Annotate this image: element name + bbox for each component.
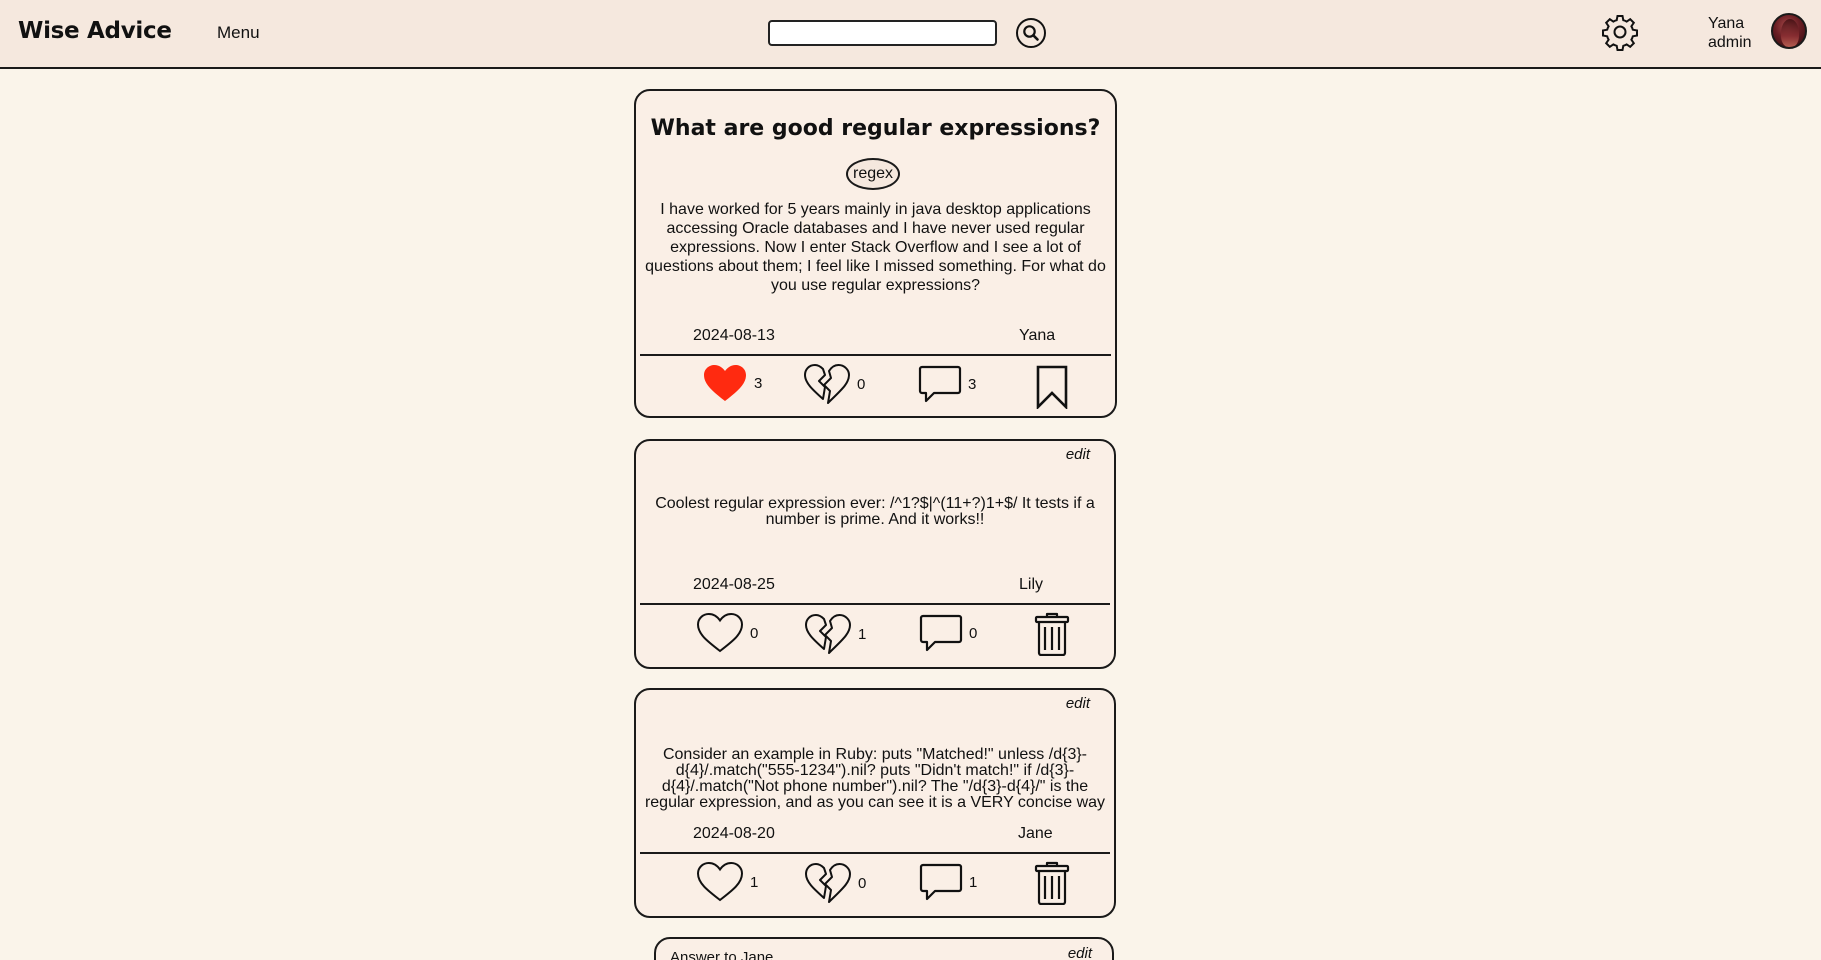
bookmark-icon bbox=[1036, 365, 1068, 409]
question-author[interactable]: Yana bbox=[1019, 327, 1055, 345]
like-count: 1 bbox=[750, 873, 759, 891]
edit-button[interactable]: edit bbox=[1066, 446, 1090, 463]
answer-author[interactable]: Lily bbox=[1019, 576, 1043, 594]
trash-icon bbox=[1034, 861, 1070, 905]
app-logo[interactable]: Wise Advice bbox=[18, 18, 172, 44]
heart-icon bbox=[696, 861, 744, 902]
answer-date: 2024-08-25 bbox=[693, 576, 775, 593]
question-title: What are good regular expressions? bbox=[650, 116, 1101, 141]
settings-button[interactable] bbox=[1601, 13, 1639, 51]
divider bbox=[640, 603, 1110, 605]
comment-button[interactable]: 1 bbox=[919, 862, 977, 902]
speech-bubble-icon bbox=[919, 863, 963, 901]
dislike-count: 0 bbox=[858, 874, 867, 892]
bookmark-button[interactable] bbox=[1036, 365, 1068, 409]
comment-button[interactable]: 0 bbox=[919, 613, 977, 653]
search-button[interactable] bbox=[1015, 17, 1047, 49]
question-card: What are good regular expressions? regex… bbox=[634, 89, 1117, 418]
like-count: 3 bbox=[754, 374, 763, 392]
divider bbox=[640, 852, 1110, 854]
user-role: admin bbox=[1708, 34, 1752, 51]
broken-heart-icon bbox=[805, 614, 851, 654]
heart-icon bbox=[704, 365, 746, 401]
menu-button[interactable]: Menu bbox=[217, 23, 260, 43]
answer-card: edit Coolest regular expression ever: /^… bbox=[634, 439, 1116, 669]
tag-regex[interactable]: regex bbox=[846, 158, 900, 190]
answer-body: Consider an example in Ruby: puts "Match… bbox=[644, 747, 1106, 811]
dislike-button[interactable]: 1 bbox=[804, 613, 866, 655]
top-navbar: Wise Advice Menu Yana admin bbox=[0, 0, 1821, 69]
answer-reply-title: Answer to Jane bbox=[670, 949, 774, 960]
answer-date: 2024-08-20 bbox=[693, 825, 775, 842]
dislike-count: 1 bbox=[858, 625, 867, 643]
question-body: I have worked for 5 years mainly in java… bbox=[645, 201, 1106, 294]
like-button[interactable]: 3 bbox=[702, 363, 762, 403]
delete-button[interactable] bbox=[1034, 861, 1070, 905]
broken-heart-icon bbox=[804, 364, 850, 404]
like-button[interactable]: 1 bbox=[696, 861, 758, 903]
search-input[interactable] bbox=[768, 20, 997, 46]
delete-button[interactable] bbox=[1034, 612, 1070, 656]
user-name: Yana bbox=[1708, 15, 1745, 32]
dislike-count: 0 bbox=[857, 375, 866, 393]
question-date: 2024-08-13 bbox=[693, 327, 775, 344]
edit-button[interactable]: edit bbox=[1068, 945, 1092, 960]
like-count: 0 bbox=[750, 624, 759, 642]
user-info[interactable]: Yana admin bbox=[1708, 14, 1752, 52]
edit-button[interactable]: edit bbox=[1066, 695, 1090, 712]
comment-count: 1 bbox=[969, 873, 978, 891]
trash-icon bbox=[1034, 612, 1070, 656]
comment-count: 0 bbox=[969, 624, 978, 642]
broken-heart-icon bbox=[805, 863, 851, 903]
dislike-button[interactable]: 0 bbox=[803, 363, 865, 405]
comment-button[interactable]: 3 bbox=[918, 364, 976, 404]
speech-bubble-icon bbox=[919, 614, 963, 652]
like-button[interactable]: 0 bbox=[696, 612, 758, 654]
gear-icon bbox=[1602, 15, 1638, 51]
answer-body: Coolest regular expression ever: /^1?$|^… bbox=[655, 496, 1095, 528]
speech-bubble-icon bbox=[918, 365, 962, 403]
divider bbox=[640, 354, 1111, 356]
answer-card: Answer to Jane edit bbox=[654, 937, 1114, 960]
heart-icon bbox=[696, 612, 744, 653]
answer-author[interactable]: Jane bbox=[1018, 825, 1053, 843]
avatar[interactable] bbox=[1771, 13, 1807, 49]
answer-card: edit Consider an example in Ruby: puts "… bbox=[634, 688, 1116, 918]
comment-count: 3 bbox=[968, 375, 977, 393]
dislike-button[interactable]: 0 bbox=[804, 862, 866, 904]
search-icon bbox=[1016, 18, 1046, 48]
